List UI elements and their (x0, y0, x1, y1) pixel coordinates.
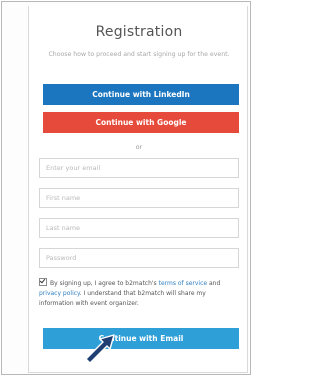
page-subtitle: Choose how to proceed and start signing … (48, 51, 230, 58)
consent-text-part-2: and (207, 280, 221, 287)
or-divider: or (135, 143, 143, 151)
email-field[interactable] (39, 158, 239, 178)
continue-with-google-button[interactable]: Continue with Google (43, 112, 239, 133)
continue-with-email-button[interactable]: Continue with Email (43, 328, 239, 349)
consent-text-part-1: By signing up, I agree to b2match's (50, 280, 159, 287)
last-name-field[interactable] (39, 218, 239, 238)
password-field[interactable] (39, 248, 239, 268)
screenshot-frame: Registration Choose how to proceed and s… (1, 1, 251, 375)
mouse-pointer-arrow-icon (85, 334, 115, 362)
page-title: Registration (95, 24, 183, 40)
consent-text: By signing up, I agree to b2match's term… (39, 278, 239, 309)
registration-card: Registration Choose how to proceed and s… (28, 6, 248, 373)
first-name-field[interactable] (39, 188, 239, 208)
terms-of-service-link[interactable]: terms of service (159, 280, 207, 287)
privacy-policy-link[interactable]: privacy policy (39, 290, 80, 297)
consent-checkbox[interactable] (39, 278, 47, 286)
continue-with-linkedin-button[interactable]: Continue with LinkedIn (43, 84, 239, 105)
